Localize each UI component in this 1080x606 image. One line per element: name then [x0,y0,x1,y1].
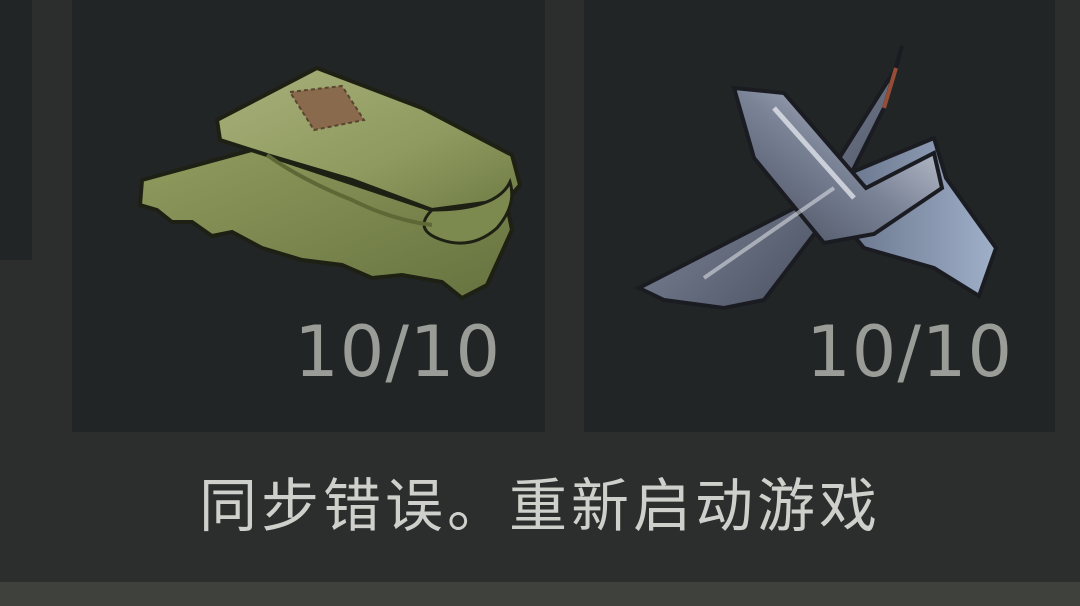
scrap-metal-icon [634,45,999,311]
inventory-slot-scrap-metal[interactable]: 10/10 [584,0,1055,432]
item-count: 10/10 [806,311,1013,393]
inventory-slot-partial[interactable] [0,0,32,260]
sync-error-message: 同步错误。重新启动游戏 [198,472,881,540]
item-count: 10/10 [294,311,501,393]
bottom-bar [0,582,1080,606]
folded-cloth-icon [137,65,522,301]
inventory-panel: 10/10 10/10 同步错误。重新启动游戏 [0,0,1080,582]
inventory-slot-cloth[interactable]: 10/10 [72,0,545,432]
